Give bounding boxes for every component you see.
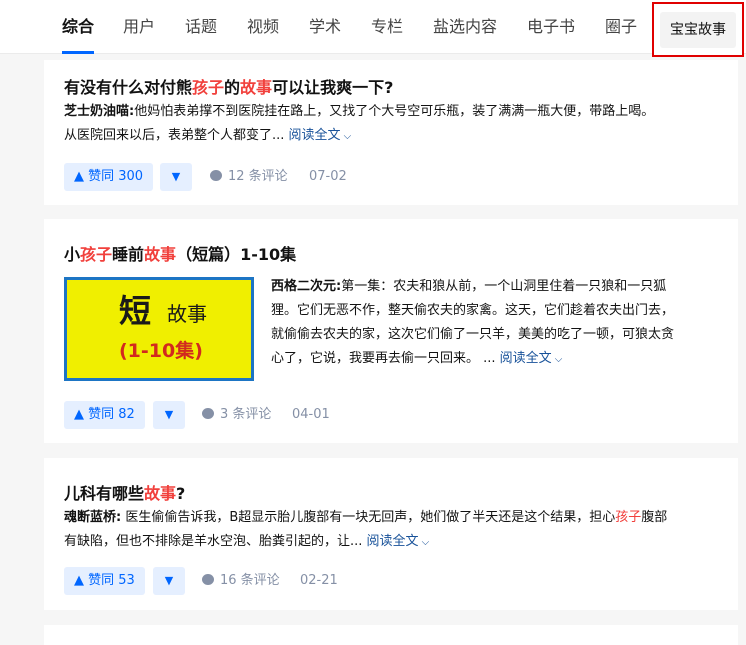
result-actions: ▲ 赞同 53 ▼ 16 条评论 02-21 bbox=[64, 567, 464, 595]
result-card: 有没有什么对付熊孩子的故事可以让我爽一下? 芝士奶油喵:他妈怕表弟撑不到医院挂在… bbox=[44, 60, 738, 205]
result-excerpt[interactable]: 西格二次元:第一集：农夫和狼从前，一个山洞里住着一只狼和一只狐 狸。它们无恶不作… bbox=[271, 275, 731, 372]
excerpt-text: 就偷偷去农夫的家，这次它们偷了一只羊，美美的吃了一顿，可狼太贪 bbox=[271, 327, 675, 342]
tab-videos[interactable]: 视频 bbox=[247, 0, 279, 54]
tab-label: 用户 bbox=[123, 17, 156, 36]
read-more-link[interactable]: 阅读全文 bbox=[367, 534, 419, 549]
result-thumbnail[interactable]: 短 故事 (1-10集) bbox=[64, 277, 254, 381]
tab-baby-stories-highlighted[interactable]: 宝宝故事 bbox=[652, 2, 744, 57]
tab-comprehensive[interactable]: 综合 bbox=[62, 0, 95, 54]
tab-users[interactable]: 用户 bbox=[123, 0, 155, 54]
result-title[interactable]: 有没有什么对付熊孩子的故事可以让我爽一下? bbox=[64, 74, 393, 98]
excerpt-highlight: 孩子 bbox=[615, 510, 642, 525]
title-highlight: 故事 bbox=[144, 245, 177, 264]
result-excerpt[interactable]: 芝士奶油喵:他妈怕表弟撑不到医院挂在路上，又找了个大号空可乐瓶，装了满满一瓶大便… bbox=[64, 100, 724, 149]
excerpt-text: 第一集：农夫和狼从前，一个山洞里住着一只狼和一只狐 bbox=[341, 279, 667, 294]
active-tab-indicator bbox=[62, 51, 95, 54]
result-card: 小孩子睡前故事（短篇）1-10集 短 故事 (1-10集) 西格二次元:第一集：… bbox=[44, 219, 738, 443]
tab-circles[interactable]: 圈子 bbox=[605, 0, 637, 54]
tab-salt-content[interactable]: 盐选内容 bbox=[433, 0, 497, 54]
excerpt-text: 狸。它们无恶不作，整天偷农夫的家禽。这天，它们趁着农夫出门去， bbox=[271, 303, 675, 318]
read-more-link[interactable]: 阅读全文 bbox=[500, 351, 552, 366]
tab-ebooks[interactable]: 电子书 bbox=[527, 0, 575, 54]
title-text: 有没有什么对付熊 bbox=[64, 78, 193, 97]
comment-count: 3 条评论 bbox=[220, 407, 272, 422]
title-text: （短篇）1-10集 bbox=[176, 245, 297, 264]
comments-link[interactable]: 12 条评论 bbox=[210, 163, 288, 191]
read-more-link[interactable]: 阅读全文 bbox=[289, 128, 341, 143]
vote-up-button[interactable]: ▲ 赞同 82 bbox=[64, 401, 145, 429]
result-actions: ▲ 赞同 300 ▼ 12 条评论 07-02 bbox=[64, 163, 464, 191]
excerpt-text: 医生偷偷告诉我，B超显示胎儿腹部有一块无回声，她们做了半天还是这个结果，担心 bbox=[121, 510, 616, 525]
comments-link[interactable]: 16 条评论 bbox=[202, 567, 280, 595]
vote-up-button[interactable]: ▲ 赞同 53 bbox=[64, 567, 145, 595]
result-actions: ▲ 赞同 82 ▼ 3 条评论 04-01 bbox=[64, 401, 464, 429]
excerpt-text: 有缺陷，但也不排除是羊水空泡、胎粪引起的，让... bbox=[64, 534, 363, 549]
result-date: 02-21 bbox=[300, 573, 338, 588]
tab-label: 盐选内容 bbox=[433, 17, 498, 36]
title-text: ? bbox=[176, 484, 186, 503]
chevron-down-icon: ⌵ bbox=[554, 354, 563, 365]
tab-columns[interactable]: 专栏 bbox=[371, 0, 403, 54]
comment-bubble-icon bbox=[202, 574, 214, 585]
result-card-partial bbox=[44, 625, 738, 645]
title-highlight: 孩子 bbox=[80, 245, 113, 264]
title-highlight: 故事 bbox=[240, 78, 273, 97]
vote-up-button[interactable]: ▲ 赞同 300 bbox=[64, 163, 154, 191]
comment-count: 12 条评论 bbox=[228, 169, 288, 184]
title-highlight: 故事 bbox=[144, 484, 177, 503]
tab-topics[interactable]: 话题 bbox=[185, 0, 217, 54]
tab-label: 学术 bbox=[309, 17, 342, 36]
excerpt-text: 心了，它说，我要再去偷一只回来。 ... bbox=[271, 351, 496, 366]
author-name: 西格二次元 bbox=[271, 279, 337, 294]
tab-label: 专栏 bbox=[371, 17, 404, 36]
tab-label: 视频 bbox=[247, 17, 280, 36]
result-date: 07-02 bbox=[309, 169, 347, 184]
tab-label: 圈子 bbox=[605, 17, 638, 36]
title-text: 睡前 bbox=[112, 245, 145, 264]
result-title[interactable]: 小孩子睡前故事（短篇）1-10集 bbox=[64, 241, 296, 265]
chevron-down-icon: ⌵ bbox=[343, 131, 352, 142]
comment-count: 16 条评论 bbox=[220, 573, 280, 588]
result-title[interactable]: 儿科有哪些故事? bbox=[64, 480, 185, 504]
tab-label: 话题 bbox=[185, 17, 218, 36]
tab-baby-stories[interactable]: 宝宝故事 bbox=[660, 12, 736, 48]
comment-bubble-icon bbox=[202, 408, 214, 419]
vote-down-button[interactable]: ▼ bbox=[153, 567, 185, 595]
thumbnail-text: 短 bbox=[119, 292, 152, 330]
title-highlight: 孩子 bbox=[192, 78, 225, 97]
thumbnail-text: (1-10集) bbox=[119, 340, 203, 362]
chevron-down-icon: ⌵ bbox=[421, 537, 430, 548]
title-text: 儿科有哪些 bbox=[64, 484, 145, 503]
title-text: 的 bbox=[224, 78, 241, 97]
title-text: 小 bbox=[64, 245, 81, 264]
tab-academic[interactable]: 学术 bbox=[309, 0, 341, 54]
thumbnail-text: 故事 bbox=[167, 302, 207, 326]
tab-label: 电子书 bbox=[527, 17, 576, 36]
excerpt-text: 他妈怕表弟撑不到医院挂在路上，又找了个大号空可乐瓶，装了满满一瓶大便，带路上喝。 bbox=[134, 104, 655, 119]
comment-bubble-icon bbox=[210, 170, 222, 181]
excerpt-text: 腹部 bbox=[641, 510, 668, 525]
result-card: 儿科有哪些故事? 魂断蓝桥: 医生偷偷告诉我，B超显示胎儿腹部有一块无回声，她们… bbox=[44, 458, 738, 610]
vote-down-button[interactable]: ▼ bbox=[160, 163, 192, 191]
vote-down-button[interactable]: ▼ bbox=[153, 401, 185, 429]
tab-label: 综合 bbox=[62, 17, 95, 36]
search-type-tabs: 综合 用户 话题 视频 学术 专栏 盐选内容 电子书 圈子 bbox=[0, 0, 746, 54]
comments-link[interactable]: 3 条评论 bbox=[202, 401, 271, 429]
result-date: 04-01 bbox=[292, 407, 330, 422]
excerpt-text: 从医院回来以后，表弟整个人都变了... bbox=[64, 128, 285, 143]
result-excerpt[interactable]: 魂断蓝桥: 医生偷偷告诉我，B超显示胎儿腹部有一块无回声，她们做了半天还是这个结… bbox=[64, 506, 724, 555]
author-name: 芝士奶油喵 bbox=[64, 104, 130, 119]
author-name: 魂断蓝桥 bbox=[64, 510, 117, 525]
title-text: 可以让我爽一下? bbox=[272, 78, 394, 97]
